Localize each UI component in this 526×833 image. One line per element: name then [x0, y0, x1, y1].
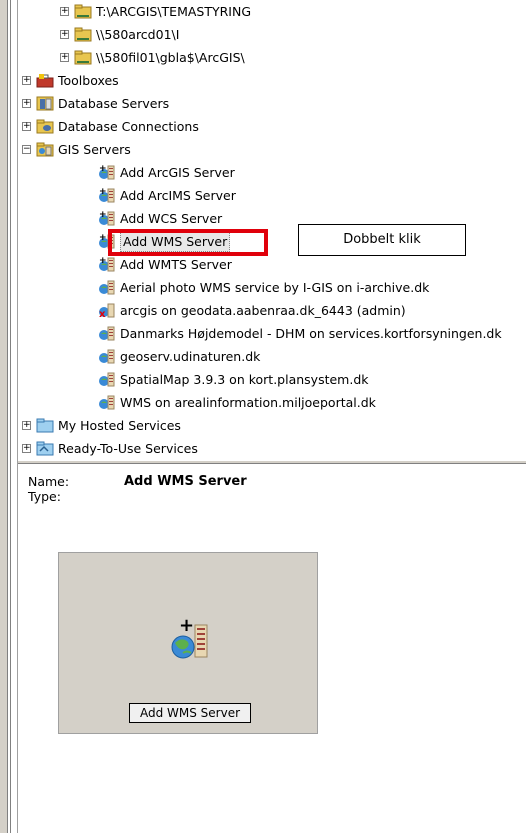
tree-item-label: Ready-To-Use Services	[58, 441, 198, 456]
tree-item-label: Database Connections	[58, 119, 199, 134]
add-server-icon: +	[98, 210, 116, 226]
svg-text:+: +	[99, 210, 107, 220]
tree-item-label: T:\ARCGIS\TEMASTYRING	[96, 4, 252, 19]
tree-item-label: My Hosted Services	[58, 418, 181, 433]
expand-icon[interactable]: +	[22, 421, 31, 430]
tree-item[interactable]: − GIS Servers	[18, 138, 526, 161]
tree-item[interactable]: + \\580fil01\gbla$\ArcGIS\	[18, 46, 526, 69]
tree-item[interactable]: + Database Servers	[18, 92, 526, 115]
tree-item[interactable]: geoserv.udinaturen.dk	[18, 345, 526, 368]
wms-service-icon	[98, 394, 116, 410]
wms-service-icon	[98, 371, 116, 387]
add-server-icon: +	[98, 187, 116, 203]
server-error-icon: x	[98, 302, 116, 320]
folder-connection-icon	[74, 3, 92, 19]
svg-text:x: x	[99, 309, 106, 318]
tree-item-label: Add WMTS Server	[120, 257, 232, 272]
tile-label: Add WMS Server	[129, 703, 251, 723]
expand-icon[interactable]: +	[22, 99, 31, 108]
tree-item-label: Add ArcIMS Server	[120, 188, 236, 203]
wms-service-icon	[98, 348, 116, 364]
add-server-icon: +	[98, 256, 116, 272]
hosted-services-icon	[36, 417, 54, 433]
tree-item-label: WMS on arealinformation.miljoeportal.dk	[120, 395, 376, 410]
svg-text:+: +	[99, 233, 107, 243]
gis-servers-icon	[36, 141, 54, 157]
tree-item[interactable]: SpatialMap 3.9.3 on kort.plansystem.dk	[18, 368, 526, 391]
tree-item[interactable]: + Ready-To-Use Services	[18, 437, 526, 460]
tree-item-label: geoserv.udinaturen.dk	[120, 349, 261, 364]
folder-connection-icon	[74, 49, 92, 65]
tree-item-label: Add WCS Server	[120, 211, 223, 226]
database-server-icon	[36, 95, 54, 111]
tree-item[interactable]: + Add ArcIMS Server	[18, 184, 526, 207]
tree-item-label: Aerial photo WMS service by I-GIS on i-a…	[120, 280, 430, 295]
svg-text:+: +	[99, 164, 107, 174]
tree-item-label: \\580fil01\gbla$\ArcGIS\	[96, 50, 245, 65]
tree-item[interactable]: + T:\ARCGIS\TEMASTYRING	[18, 0, 526, 23]
svg-text:+: +	[99, 187, 107, 197]
tree-item-label: Database Servers	[58, 96, 170, 111]
name-value: Add WMS Server	[124, 474, 247, 489]
left-frame-line	[10, 0, 11, 833]
svg-text:+: +	[99, 256, 107, 266]
ready-services-icon	[36, 440, 54, 456]
folder-connection-icon	[74, 26, 92, 42]
wms-service-icon	[98, 279, 116, 295]
tree-item-label: GIS Servers	[58, 142, 131, 157]
tree-item[interactable]: + Database Connections	[18, 115, 526, 138]
name-label: Name:	[28, 474, 70, 489]
tree-item-label: Add ArcGIS Server	[120, 165, 235, 180]
tree-item[interactable]: + \\580arcd01\I	[18, 23, 526, 46]
tree-item-label: SpatialMap 3.9.3 on kort.plansystem.dk	[120, 372, 369, 387]
wms-service-icon	[98, 325, 116, 341]
callout-double-click: Dobbelt klik	[298, 224, 466, 256]
tree-item-label: Toolboxes	[58, 73, 119, 88]
tree-item[interactable]: + My Hosted Services	[18, 414, 526, 437]
svg-text:+: +	[179, 617, 194, 636]
details-panel: Name: Add WMS Server Type: + Add WMS Ser…	[18, 464, 526, 833]
tree-item[interactable]: Aerial photo WMS service by I-GIS on i-a…	[18, 276, 526, 299]
collapse-icon[interactable]: −	[22, 145, 31, 154]
add-server-icon: +	[98, 164, 116, 180]
expand-icon[interactable]: +	[60, 7, 69, 16]
expand-icon[interactable]: +	[60, 30, 69, 39]
expand-icon[interactable]: +	[22, 122, 31, 131]
tree-item-label: \\580arcd01\I	[96, 27, 180, 42]
tree-item-label: arcgis on geodata.aabenraa.dk_6443 (admi…	[120, 303, 406, 318]
database-connection-icon	[36, 118, 54, 134]
add-server-large-icon: +	[171, 617, 208, 659]
left-frame-edge	[0, 0, 8, 833]
highlight-box	[108, 229, 268, 256]
expand-icon[interactable]: +	[22, 76, 31, 85]
tree-item[interactable]: + Add WMTS Server	[18, 253, 526, 276]
tree-item[interactable]: WMS on arealinformation.miljoeportal.dk	[18, 391, 526, 414]
tree-item[interactable]: Danmarks Højdemodel - DHM on services.ko…	[18, 322, 526, 345]
tree-item[interactable]: x arcgis on geodata.aabenraa.dk_6443 (adm…	[18, 299, 526, 322]
tree-item-label: Danmarks Højdemodel - DHM on services.ko…	[120, 326, 502, 341]
tree-item[interactable]: + Add ArcGIS Server	[18, 161, 526, 184]
tree-item[interactable]: + Toolboxes	[18, 69, 526, 92]
expand-icon[interactable]: +	[22, 444, 31, 453]
expand-icon[interactable]: +	[60, 53, 69, 62]
item-tile[interactable]: + Add WMS Server	[58, 552, 318, 734]
type-label: Type:	[28, 489, 61, 504]
toolbox-icon	[36, 72, 54, 88]
